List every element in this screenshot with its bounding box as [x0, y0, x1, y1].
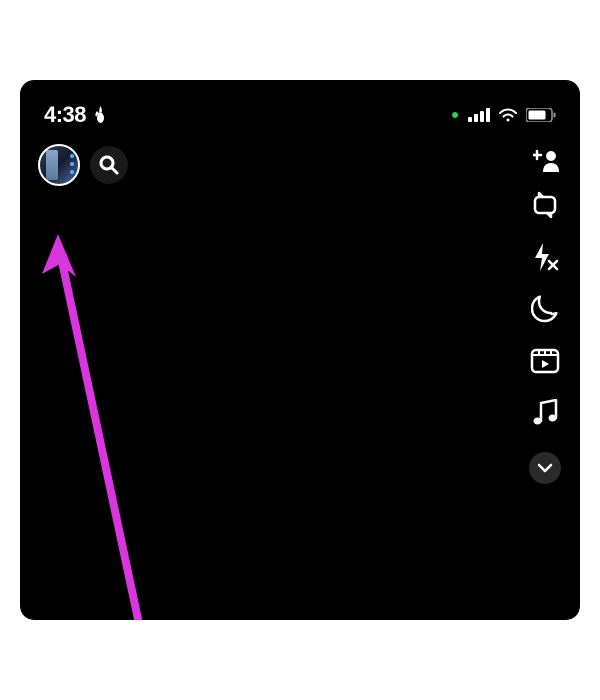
- music-button[interactable]: [528, 396, 562, 430]
- add-friend-icon: [533, 150, 561, 172]
- profile-avatar[interactable]: [38, 144, 80, 186]
- chevron-down-icon: [537, 463, 553, 473]
- add-friend-button[interactable]: [532, 148, 562, 174]
- top-left-controls: [38, 144, 128, 186]
- top-controls: [20, 136, 580, 186]
- flip-camera-button[interactable]: [528, 188, 562, 222]
- fire-icon: [92, 105, 108, 125]
- video-clip-icon: [530, 348, 560, 374]
- status-right: [452, 108, 556, 122]
- expand-tools-button[interactable]: [529, 452, 561, 484]
- night-mode-icon: [531, 295, 559, 323]
- annotation-arrow: [38, 234, 148, 620]
- privacy-indicator-dot: [452, 112, 458, 118]
- flash-off-button[interactable]: [528, 240, 562, 274]
- battery-icon: [526, 108, 556, 122]
- video-clip-button[interactable]: [528, 344, 562, 378]
- clock-time: 4:38: [44, 102, 86, 128]
- flip-camera-icon: [531, 191, 559, 219]
- search-icon: [99, 155, 119, 175]
- music-icon: [532, 399, 558, 427]
- night-mode-button[interactable]: [528, 292, 562, 326]
- wifi-icon: [498, 108, 518, 122]
- status-bar: 4:38: [20, 80, 580, 136]
- search-button[interactable]: [90, 146, 128, 184]
- camera-tools-panel: [528, 188, 562, 484]
- status-left: 4:38: [44, 102, 108, 128]
- app-screen: 4:38: [20, 80, 580, 620]
- flash-off-icon: [531, 242, 559, 272]
- cellular-signal-icon: [468, 108, 490, 122]
